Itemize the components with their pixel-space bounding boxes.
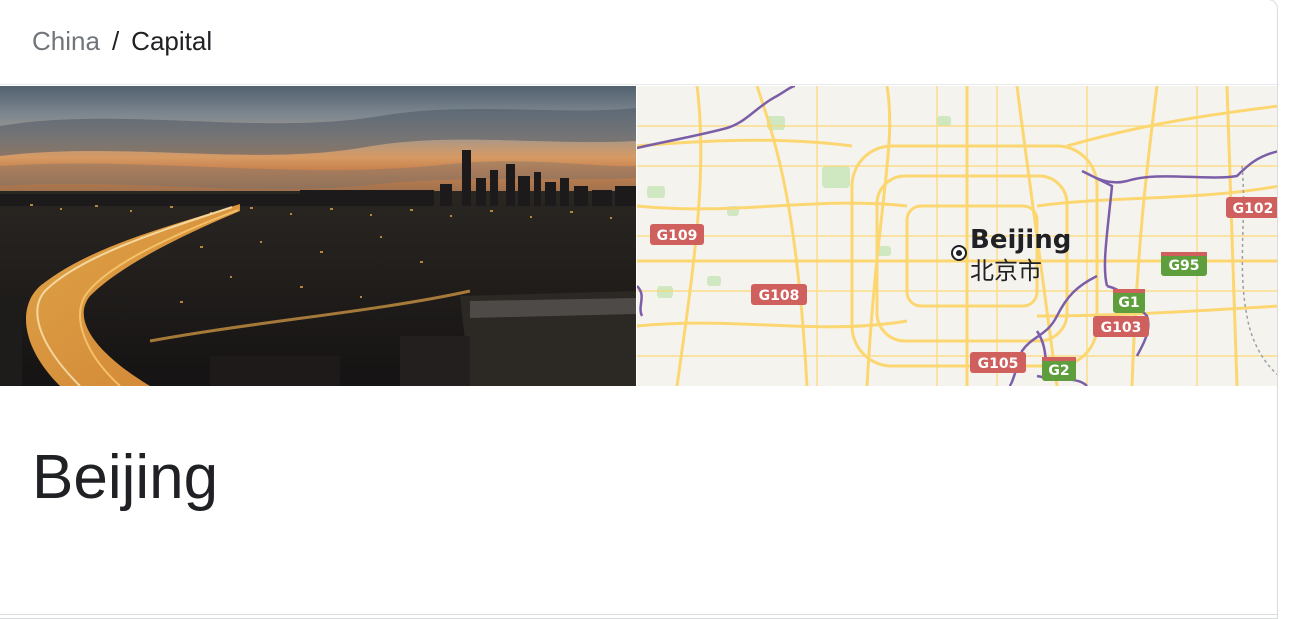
media-strip: Beijing 北京市 G109 G108 G105 G103 G102 G95… bbox=[0, 86, 1277, 386]
svg-text:G103: G103 bbox=[1101, 320, 1142, 336]
breadcrumb-current: Capital bbox=[131, 26, 213, 56]
svg-text:G2: G2 bbox=[1048, 363, 1069, 379]
road-shield-g1: G1 bbox=[1113, 289, 1145, 313]
map-city-label-local: 北京市 bbox=[970, 257, 1042, 285]
svg-text:G105: G105 bbox=[978, 356, 1019, 372]
breadcrumb: China / Capital bbox=[32, 25, 212, 57]
svg-text:G95: G95 bbox=[1169, 258, 1200, 274]
road-shield-g108: G108 bbox=[751, 284, 807, 305]
road-shield-g103: G103 bbox=[1093, 316, 1149, 337]
road-shield-g105: G105 bbox=[970, 352, 1026, 373]
map-city-label: Beijing bbox=[970, 225, 1071, 255]
road-shield-g109: G109 bbox=[650, 224, 704, 245]
road-shield-g95: G95 bbox=[1161, 252, 1207, 276]
bottom-divider bbox=[0, 614, 1277, 615]
svg-text:G102: G102 bbox=[1233, 201, 1274, 217]
skyline-photo-image bbox=[0, 86, 636, 386]
header-divider bbox=[0, 84, 1277, 85]
knowledge-card: China / Capital Beijing 北京市 G109 G108 G1… bbox=[0, 0, 1278, 619]
svg-text:G1: G1 bbox=[1118, 295, 1139, 311]
svg-text:G108: G108 bbox=[759, 288, 800, 304]
map-image: Beijing 北京市 G109 G108 G105 G103 G102 G95… bbox=[637, 86, 1277, 386]
city-photo[interactable] bbox=[0, 86, 636, 386]
entity-title: Beijing bbox=[32, 443, 219, 512]
breadcrumb-link-china[interactable]: China bbox=[32, 25, 100, 57]
city-map[interactable]: Beijing 北京市 G109 G108 G105 G103 G102 G95… bbox=[636, 86, 1277, 386]
breadcrumb-separator: / bbox=[111, 26, 120, 56]
svg-text:G109: G109 bbox=[657, 228, 698, 244]
road-shield-g102: G102 bbox=[1226, 197, 1277, 218]
road-shield-g2: G2 bbox=[1042, 357, 1076, 381]
